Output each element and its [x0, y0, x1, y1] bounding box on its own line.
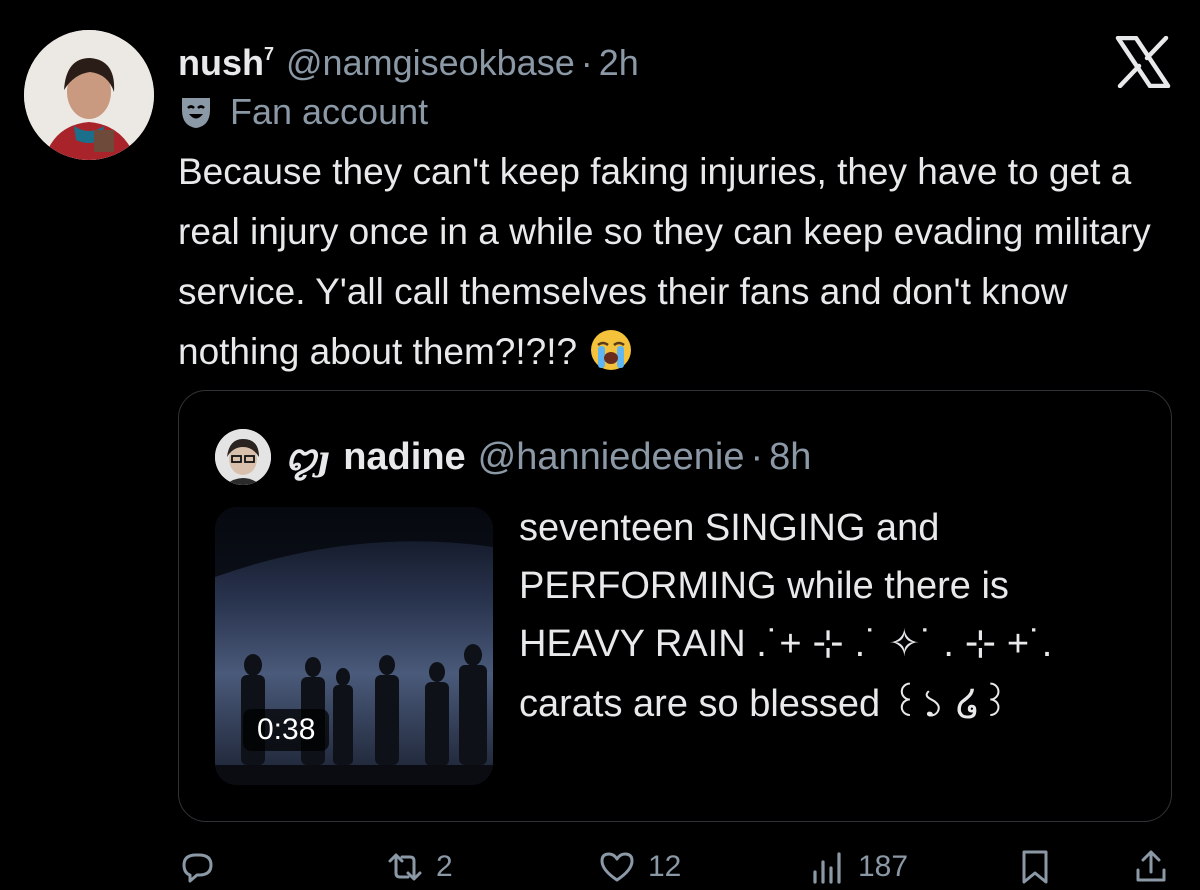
quoted-tweet-card[interactable]: ꨄȷ nadine @hanniedeenie · 8h 0:38 sevent…	[178, 390, 1172, 822]
account-label[interactable]: Fan account	[178, 86, 428, 138]
reply-button[interactable]	[178, 848, 228, 886]
tweet-text-body: Because they can't keep faking injuries,…	[178, 151, 1151, 372]
quoted-author-handle[interactable]: @hanniedeenie	[478, 436, 745, 479]
quoted-name-decoration: ꨄȷ	[285, 439, 330, 479]
heart-icon	[600, 852, 634, 882]
separator-dot: ·	[580, 42, 593, 83]
quoted-tweet-text-second: carats are so blessed ꒰১ ໒꒱	[519, 683, 1010, 725]
tweet-header: nush7 @namgiseokbase · 2h	[178, 28, 639, 91]
quoted-video-thumbnail[interactable]: 0:38	[215, 507, 493, 785]
tweet-timestamp[interactable]: 2h	[599, 35, 639, 91]
author-avatar[interactable]	[24, 30, 154, 160]
share-button[interactable]	[1132, 848, 1170, 886]
tweet-action-bar: 2 12 187	[0, 842, 1200, 890]
like-count: 12	[648, 850, 682, 883]
loudly-crying-face-icon	[591, 330, 632, 370]
retweet-icon	[388, 853, 422, 881]
quoted-author-avatar[interactable]	[215, 429, 271, 485]
share-icon	[1136, 850, 1166, 882]
quoted-author-display-name[interactable]: nadine	[343, 436, 465, 479]
reply-icon	[182, 853, 213, 883]
retweet-count: 2	[436, 850, 453, 883]
quoted-separator-dot: ·	[750, 435, 764, 478]
like-button[interactable]: 12	[598, 848, 681, 886]
video-duration-badge: 0:38	[243, 709, 330, 751]
views-count: 187	[858, 850, 909, 883]
account-label-text: Fan account	[230, 91, 429, 132]
bookmark-button[interactable]	[1016, 848, 1054, 886]
author-handle[interactable]: @namgiseokbase	[286, 35, 575, 91]
theater-mask-icon	[182, 98, 210, 128]
quoted-tweet-header: ꨄȷ nadine @hanniedeenie · 8h	[215, 427, 811, 487]
quoted-tweet-text: seventeen SINGING and PERFORMING while t…	[519, 507, 1053, 665]
x-logo-icon	[1115, 36, 1171, 88]
views-button[interactable]: 187	[808, 848, 908, 886]
quoted-tweet-timestamp[interactable]: 8h	[769, 436, 811, 479]
author-display-name[interactable]: nush7	[178, 28, 274, 91]
bookmark-icon	[1022, 850, 1048, 884]
retweet-button[interactable]: 2	[386, 848, 453, 886]
views-chart-icon	[813, 852, 841, 884]
tweet-text: Because they can't keep faking injuries,…	[178, 142, 1178, 382]
